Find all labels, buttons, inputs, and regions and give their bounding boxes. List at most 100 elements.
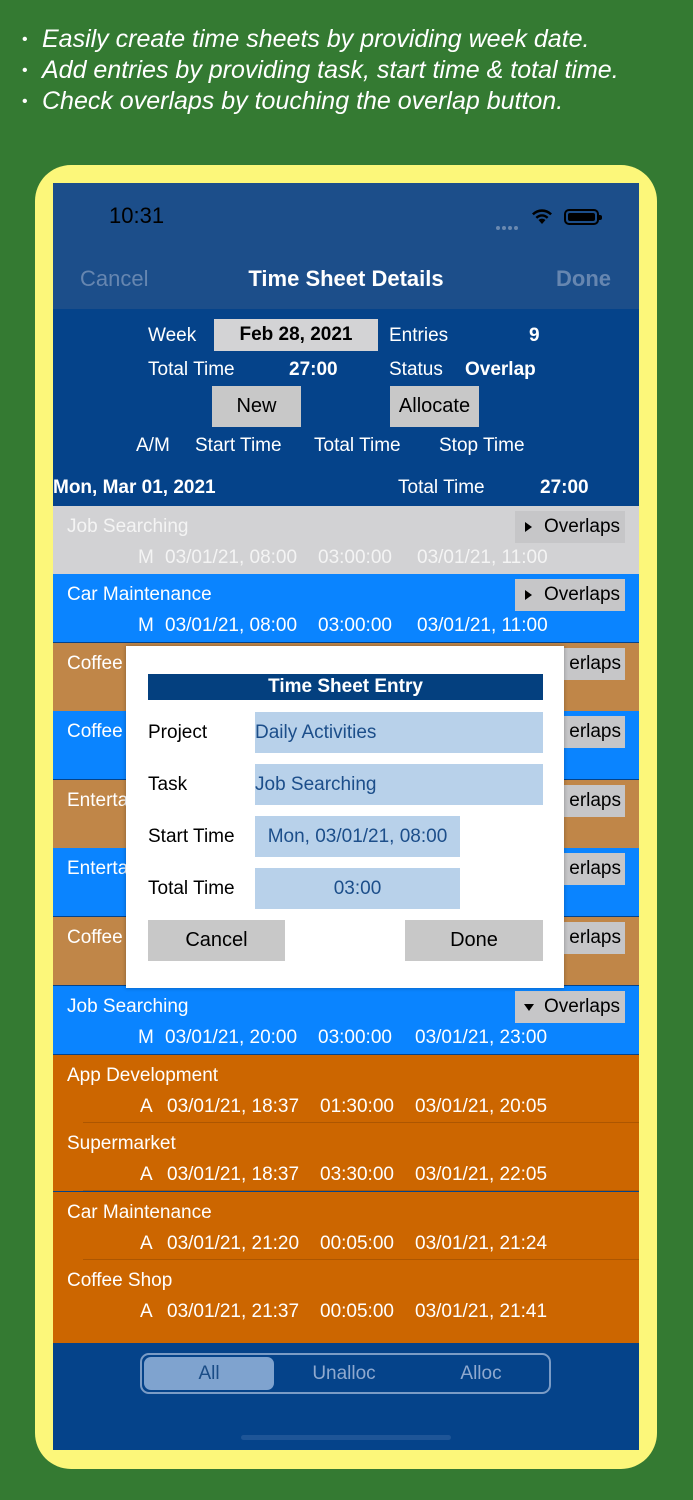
row-start: 03/01/21, 21:37 — [167, 1301, 300, 1322]
table-row[interactable]: Coffee Shop A 03/01/21, 21:37 00:05:00 0… — [53, 1260, 639, 1328]
task-label: Task — [148, 774, 188, 795]
row-stop: 03/01/21, 21:24 — [415, 1233, 548, 1254]
battery-icon — [564, 209, 602, 225]
total-time-label: Total Time — [148, 878, 235, 899]
table-row[interactable]: App Development A 03/01/21, 18:37 01:30:… — [53, 1055, 639, 1123]
bullet-icon: • — [22, 93, 28, 110]
row-divider — [83, 1190, 639, 1191]
feature-list: • Easily create time sheets by providing … — [22, 24, 619, 117]
row-stop: 03/01/21, 20:05 — [415, 1096, 548, 1117]
row-stop: 03/01/21, 11:00 — [417, 547, 548, 568]
row-stop: 03/01/21, 22:05 — [415, 1164, 548, 1185]
disclosure-right-icon — [525, 590, 532, 600]
bullet-icon: • — [22, 31, 28, 48]
day-total-label: Total Time — [398, 477, 485, 498]
status-label: Status — [389, 359, 443, 380]
table-row[interactable]: Car Maintenance A 03/01/21, 21:20 00:05:… — [53, 1192, 639, 1260]
row-task: App Development — [67, 1065, 219, 1086]
row-task: Coffee — [67, 653, 123, 674]
row-am: M — [138, 547, 154, 568]
nav-bar: Cancel Time Sheet Details Done — [53, 249, 639, 309]
home-indicator — [241, 1435, 451, 1440]
disclosure-right-icon — [525, 522, 532, 532]
col-header-total: Total Time — [314, 435, 401, 456]
row-am: M — [138, 615, 154, 636]
row-am: A — [140, 1164, 153, 1185]
dialog-cancel-button[interactable]: Cancel — [148, 920, 285, 961]
week-label: Week — [148, 325, 197, 346]
row-start: 03/01/21, 08:00 — [165, 547, 298, 568]
allocate-button[interactable]: Allocate — [390, 386, 479, 427]
feature-item: • Easily create time sheets by providing … — [22, 25, 590, 53]
table-row[interactable]: Car Maintenance Overlaps M 03/01/21, 08:… — [53, 574, 639, 642]
entries-label: Entries — [389, 325, 449, 346]
page-title: Time Sheet Details — [248, 266, 444, 291]
row-am: A — [140, 1301, 153, 1322]
status-value: Overlap — [465, 359, 536, 380]
row-task: Coffee — [67, 927, 123, 948]
row-stop: 03/01/21, 11:00 — [417, 615, 548, 636]
time-sheet-entry-dialog: Time Sheet Entry Project Daily Activitie… — [126, 646, 564, 988]
feature-item: • Check overlaps by touching the overlap … — [22, 87, 564, 115]
row-am: A — [140, 1233, 153, 1254]
row-total: 03:30:00 — [320, 1164, 394, 1185]
total-time-field[interactable]: 03:00 — [255, 868, 460, 909]
col-header-start: Start Time — [195, 435, 282, 456]
row-task: Enterta — [67, 790, 129, 811]
day-total-value: 27:00 — [540, 477, 589, 498]
feature-item: • Add entries by providing task, start ti… — [22, 56, 619, 84]
project-field[interactable]: Daily Activities — [255, 712, 543, 753]
row-task: Car Maintenance — [67, 1202, 212, 1223]
row-task: Car Maintenance — [67, 584, 212, 605]
week-picker[interactable]: Feb 28, 2021 — [214, 319, 378, 351]
row-total: 00:05:00 — [320, 1301, 394, 1322]
segment-all[interactable]: All — [144, 1357, 274, 1390]
col-header-stop: Stop Time — [439, 435, 525, 456]
row-task: Coffee — [67, 721, 123, 742]
row-am: A — [140, 1096, 153, 1117]
overlaps-button[interactable]: Overlaps — [515, 511, 625, 543]
filter-segmented-control: All Unalloc Alloc — [140, 1353, 551, 1394]
total-time-value: 27:00 — [289, 359, 338, 380]
row-total: 01:30:00 — [320, 1096, 394, 1117]
row-start: 03/01/21, 18:37 — [167, 1164, 300, 1185]
row-task: Coffee Shop — [67, 1270, 173, 1291]
segment-unalloc[interactable]: Unalloc — [276, 1355, 412, 1392]
disclosure-down-icon — [524, 1004, 534, 1011]
day-date: Mon, Mar 01, 2021 — [53, 477, 216, 498]
task-field[interactable]: Job Searching — [255, 764, 543, 805]
table-row[interactable]: Job Searching Overlaps M 03/01/21, 08:00… — [53, 506, 639, 574]
cellular-signal-icon — [496, 217, 522, 230]
row-start: 03/01/21, 21:20 — [167, 1233, 300, 1254]
table-row[interactable]: Job Searching Overlaps M 03/01/21, 20:00… — [53, 986, 639, 1054]
nav-done-button[interactable]: Done — [556, 266, 611, 292]
status-bar: 10:31 — [53, 183, 639, 249]
table-row[interactable]: Supermarket A 03/01/21, 18:37 03:30:00 0… — [53, 1123, 639, 1191]
start-time-field[interactable]: Mon, 03/01/21, 08:00 — [255, 816, 460, 857]
wifi-icon — [532, 209, 552, 224]
dialog-title: Time Sheet Entry — [148, 674, 543, 700]
new-button[interactable]: New — [212, 386, 301, 427]
row-am: M — [138, 1027, 154, 1048]
row-stop: 03/01/21, 21:41 — [415, 1301, 548, 1322]
row-task: Job Searching — [67, 516, 189, 537]
row-stop: 03/01/21, 23:00 — [415, 1027, 548, 1048]
row-start: 03/01/21, 20:00 — [165, 1027, 298, 1048]
total-time-label: Total Time — [148, 359, 235, 380]
row-start: 03/01/21, 08:00 — [165, 615, 298, 636]
table-row[interactable] — [53, 1328, 639, 1343]
dialog-done-button[interactable]: Done — [405, 920, 543, 961]
overlaps-button[interactable]: Overlaps — [515, 579, 625, 611]
row-total: 00:05:00 — [320, 1233, 394, 1254]
filter-bar: All Unalloc Alloc — [53, 1343, 639, 1450]
row-task: Enterta — [67, 858, 129, 879]
bullet-icon: • — [22, 62, 28, 79]
project-label: Project — [148, 722, 208, 743]
row-task: Supermarket — [67, 1133, 176, 1154]
row-task: Job Searching — [67, 996, 189, 1017]
row-start: 03/01/21, 18:37 — [167, 1096, 300, 1117]
entries-value: 9 — [529, 325, 540, 346]
overlaps-button[interactable]: Overlaps — [515, 991, 625, 1023]
segment-alloc[interactable]: Alloc — [413, 1355, 549, 1392]
col-header-am: A/M — [136, 435, 170, 456]
